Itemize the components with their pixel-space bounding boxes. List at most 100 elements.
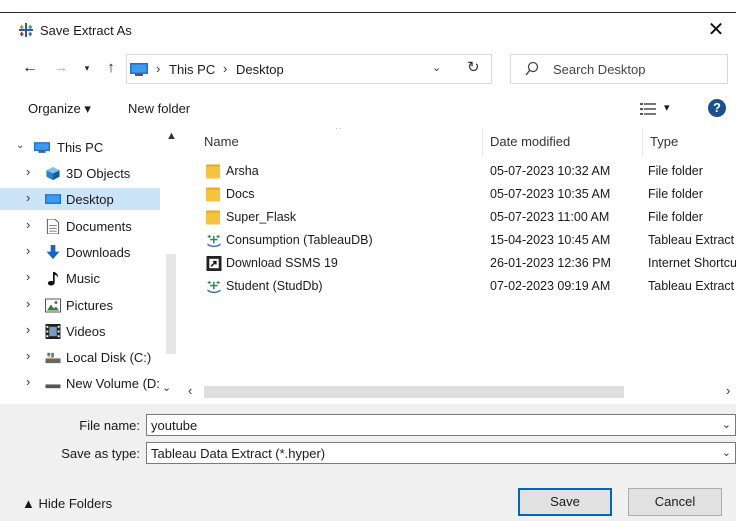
file-row[interactable]: Consumption (TableauDB) 15-04-2023 10:45… [186,229,736,251]
film-icon [45,324,61,339]
forward-button[interactable]: → [50,57,72,79]
file-type: Tableau Extract [648,233,735,247]
tree-item-music[interactable]: › Music [0,267,160,289]
chevron-down-icon: ▾ [84,63,90,73]
command-bar: Organize ▾ New folder ▾ ? [0,96,736,122]
horizontal-scroll-thumb[interactable] [204,386,624,398]
scroll-right-icon[interactable]: › [726,383,730,398]
document-icon [46,219,60,234]
refresh-icon[interactable]: ↻ [467,58,480,76]
sort-ascending-icon: ^ [336,128,341,135]
tree-item-3d-objects[interactable]: › 3D Objects [0,162,160,184]
top-border [0,12,736,13]
file-row[interactable]: Arsha 05-07-2023 10:32 AM File folder [186,160,736,182]
shortcut-icon [206,256,222,271]
navigation-pane: ⌄ This PC › 3D Objects › Desktop › Docum… [0,128,184,398]
file-type: File folder [648,164,703,178]
save-button[interactable]: Save [518,488,612,516]
recent-locations-button[interactable]: ▾ [80,57,94,79]
file-name-input[interactable]: youtube ⌄ [146,414,736,436]
scroll-up-icon[interactable]: ▲ [166,130,177,142]
file-list-horizontal-scrollbar[interactable]: ‹ › [186,382,736,400]
navigation-bar: ← → ▾ ↑ › This PC › Desktop ⌄ ↻ Search D… [0,52,736,84]
file-type: File folder [648,187,703,201]
column-header-name[interactable]: Name [204,134,239,149]
chevron-right-icon[interactable]: › [26,348,30,363]
chevron-right-icon[interactable]: › [26,269,30,284]
chevron-down-icon[interactable]: ⌄ [722,446,731,459]
cancel-button[interactable]: Cancel [628,488,722,516]
file-row[interactable]: Student (StudDb) 07-02-2023 09:19 AM Tab… [186,275,736,297]
save-as-type-value: Tableau Data Extract (*.hyper) [151,446,326,461]
tree-item-desktop[interactable]: › Desktop [0,188,160,210]
computer-icon [34,142,50,153]
drive-icon [45,352,61,364]
file-row[interactable]: Download SSMS 19 26-01-2023 12:36 PM Int… [186,252,736,274]
chevron-down-icon: ▾ [664,102,670,114]
tree-item-new-volume-d[interactable]: › New Volume (D: [0,372,160,394]
file-name: Student (StudDb) [226,279,323,293]
file-type: Internet Shortcut [648,256,736,270]
chevron-right-icon[interactable]: › [26,243,30,258]
chevron-right-icon[interactable]: › [26,190,30,205]
folder-icon [206,210,220,225]
chevron-right-icon[interactable]: › [26,322,30,337]
chevron-down-icon[interactable]: ⌄ [16,140,24,151]
save-form-panel: File name: youtube ⌄ Save as type: Table… [0,404,736,521]
help-icon: ? [713,100,721,115]
tableau-extract-icon [207,234,221,248]
help-button[interactable]: ? [708,99,726,117]
column-divider[interactable] [482,128,483,156]
music-note-icon [47,271,58,286]
close-button[interactable]: ✕ [696,14,736,46]
dialog-title: Save Extract As [40,23,132,38]
breadcrumb-this-pc[interactable]: This PC [169,62,215,77]
file-date: 15-04-2023 10:45 AM [490,233,611,247]
file-date: 05-07-2023 10:35 AM [490,187,611,201]
breadcrumb-separator: › [223,61,228,76]
tree-label: Pictures [66,298,113,313]
nav-pane-scroll-thumb[interactable] [166,254,176,354]
tree-item-this-pc[interactable]: ⌄ This PC [0,136,160,158]
column-divider[interactable] [642,128,643,156]
chevron-down-icon[interactable]: ⌄ [722,418,731,431]
address-dropdown-icon[interactable]: ⌄ [432,61,441,74]
tree-label: Local Disk (C:) [66,350,152,365]
tree-item-pictures[interactable]: › Pictures [0,294,160,316]
column-header-date-modified[interactable]: Date modified [490,134,570,149]
folder-icon [206,164,220,179]
tree-item-local-disk-c[interactable]: › Local Disk (C:) [0,346,160,368]
file-name-value: youtube [151,418,198,433]
file-name: Docs [226,187,255,201]
up-button[interactable]: ↑ [100,57,122,79]
tableau-extract-icon [207,280,221,294]
search-box[interactable]: Search Desktop [510,54,728,84]
tableau-app-icon [19,23,33,37]
file-name: Consumption (TableauDB) [226,233,373,247]
organize-menu[interactable]: Organize ▾ [28,101,91,117]
tree-item-documents[interactable]: › Documents [0,215,160,237]
breadcrumb-desktop[interactable]: Desktop [236,62,284,77]
file-row[interactable]: Docs 05-07-2023 10:35 AM File folder [186,183,736,205]
scroll-left-icon[interactable]: ‹ [188,383,192,398]
hide-folders-button[interactable]: ▲ Hide Folders [22,496,112,511]
file-row[interactable]: Super_Flask 05-07-2023 11:00 AM File fol… [186,206,736,228]
address-bar[interactable]: › This PC › Desktop ⌄ ↻ [126,54,492,84]
chevron-right-icon[interactable]: › [26,296,30,311]
new-folder-button[interactable]: New folder [128,101,190,116]
save-as-type-select[interactable]: Tableau Data Extract (*.hyper) ⌄ [146,442,736,464]
view-options-button[interactable]: ▾ [640,101,674,117]
column-header-type[interactable]: Type [650,134,678,149]
tree-item-downloads[interactable]: › Downloads [0,241,160,263]
cube-icon [46,166,60,181]
tree-item-videos[interactable]: › Videos [0,320,160,342]
file-date: 05-07-2023 11:00 AM [490,210,610,224]
desktop-icon [45,194,61,204]
tree-label: Documents [66,219,132,234]
chevron-right-icon[interactable]: › [26,164,30,179]
drive-icon [45,384,61,389]
scroll-down-icon[interactable]: ⌄ [162,381,171,394]
chevron-right-icon[interactable]: › [26,374,30,389]
back-button[interactable]: ← [18,57,42,79]
chevron-right-icon[interactable]: › [26,217,30,232]
